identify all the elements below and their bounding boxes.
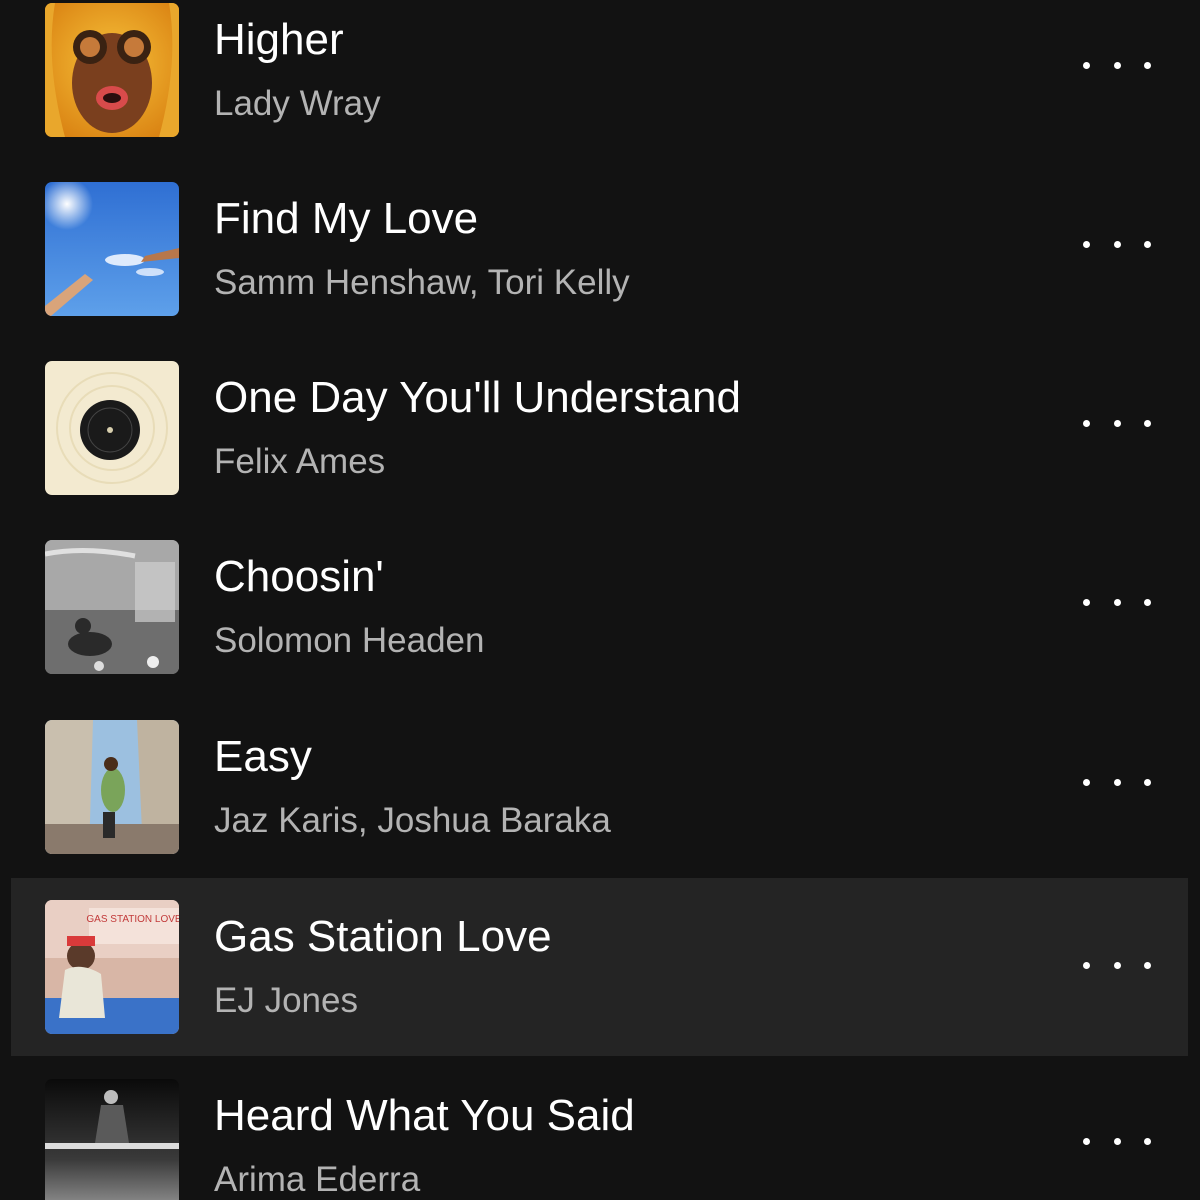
more-options-icon[interactable]: [1075, 1118, 1159, 1164]
track-title: One Day You'll Understand: [214, 373, 741, 422]
track-row[interactable]: Heard What You Said Arima Ederra: [11, 1076, 1188, 1200]
track-row[interactable]: Find My Love Samm Henshaw, Tori Kelly: [11, 179, 1188, 357]
track-row[interactable]: Higher Lady Wray: [11, 0, 1188, 178]
album-art: [45, 540, 179, 674]
dot: [1144, 240, 1151, 248]
dot: [1083, 598, 1090, 606]
dot: [1113, 61, 1121, 69]
track-artist[interactable]: Lady Wray: [214, 82, 381, 126]
cover-text: GAS STATION LOVE: [86, 914, 179, 925]
find-my-love-cover-art: [45, 182, 179, 316]
heard-what-you-said-cover-art: [45, 1079, 179, 1200]
track-artist[interactable]: Solomon Headen: [214, 619, 484, 663]
gas-station-love-cover-art: GAS STATION LOVE: [45, 900, 179, 1034]
album-art: [45, 182, 179, 316]
dot: [1113, 598, 1121, 606]
album-art: [45, 361, 179, 495]
dot: [1083, 61, 1090, 69]
dot: [1083, 1137, 1090, 1145]
dot: [1113, 961, 1121, 969]
album-art: [45, 720, 179, 854]
album-art: GAS STATION LOVE: [45, 900, 179, 1034]
more-options-icon[interactable]: [1075, 42, 1159, 88]
track-title: Easy: [214, 732, 312, 781]
album-art: [45, 1079, 179, 1200]
track-artist[interactable]: Felix Ames: [214, 440, 385, 484]
track-row[interactable]: One Day You'll Understand Felix Ames: [11, 358, 1188, 536]
choosin-cover-art: [45, 540, 179, 674]
dot: [1113, 419, 1121, 427]
dot: [1083, 778, 1090, 786]
album-art: [45, 3, 179, 137]
track-row[interactable]: Easy Jaz Karis, Joshua Baraka: [11, 717, 1188, 895]
dot: [1144, 1137, 1151, 1145]
dot: [1144, 419, 1151, 427]
track-row-active[interactable]: GAS STATION LOVE Gas Station Love EJ Jon…: [11, 878, 1188, 1056]
track-title: Find My Love: [214, 194, 479, 243]
track-list: Higher Lady Wray Find My Love Samm Hensh…: [0, 0, 1200, 1200]
easy-cover-art: [45, 720, 179, 854]
track-artist[interactable]: EJ Jones: [214, 979, 358, 1023]
dot: [1144, 961, 1151, 969]
track-title: Choosin': [214, 552, 384, 601]
more-options-icon[interactable]: [1075, 579, 1159, 625]
one-day-cover-art: [45, 361, 179, 495]
more-options-icon[interactable]: [1075, 942, 1159, 988]
dot: [1113, 1137, 1121, 1145]
higher-cover-art: [45, 3, 179, 137]
dot: [1083, 240, 1090, 248]
track-artist[interactable]: Samm Henshaw, Tori Kelly: [214, 261, 630, 305]
track-artist[interactable]: Jaz Karis, Joshua Baraka: [214, 799, 611, 843]
dot: [1144, 598, 1151, 606]
track-title: Gas Station Love: [214, 912, 552, 961]
track-row[interactable]: Choosin' Solomon Headen: [11, 537, 1188, 715]
track-title: Heard What You Said: [214, 1091, 635, 1140]
more-options-icon[interactable]: [1075, 759, 1159, 805]
more-options-icon[interactable]: [1075, 221, 1159, 267]
track-title: Higher: [214, 15, 344, 64]
dot: [1083, 961, 1090, 969]
more-options-icon[interactable]: [1075, 400, 1159, 446]
dot: [1083, 419, 1090, 427]
dot: [1144, 61, 1151, 69]
dot: [1113, 240, 1121, 248]
dot: [1144, 778, 1151, 786]
track-artist[interactable]: Arima Ederra: [214, 1158, 420, 1200]
dot: [1113, 778, 1121, 786]
